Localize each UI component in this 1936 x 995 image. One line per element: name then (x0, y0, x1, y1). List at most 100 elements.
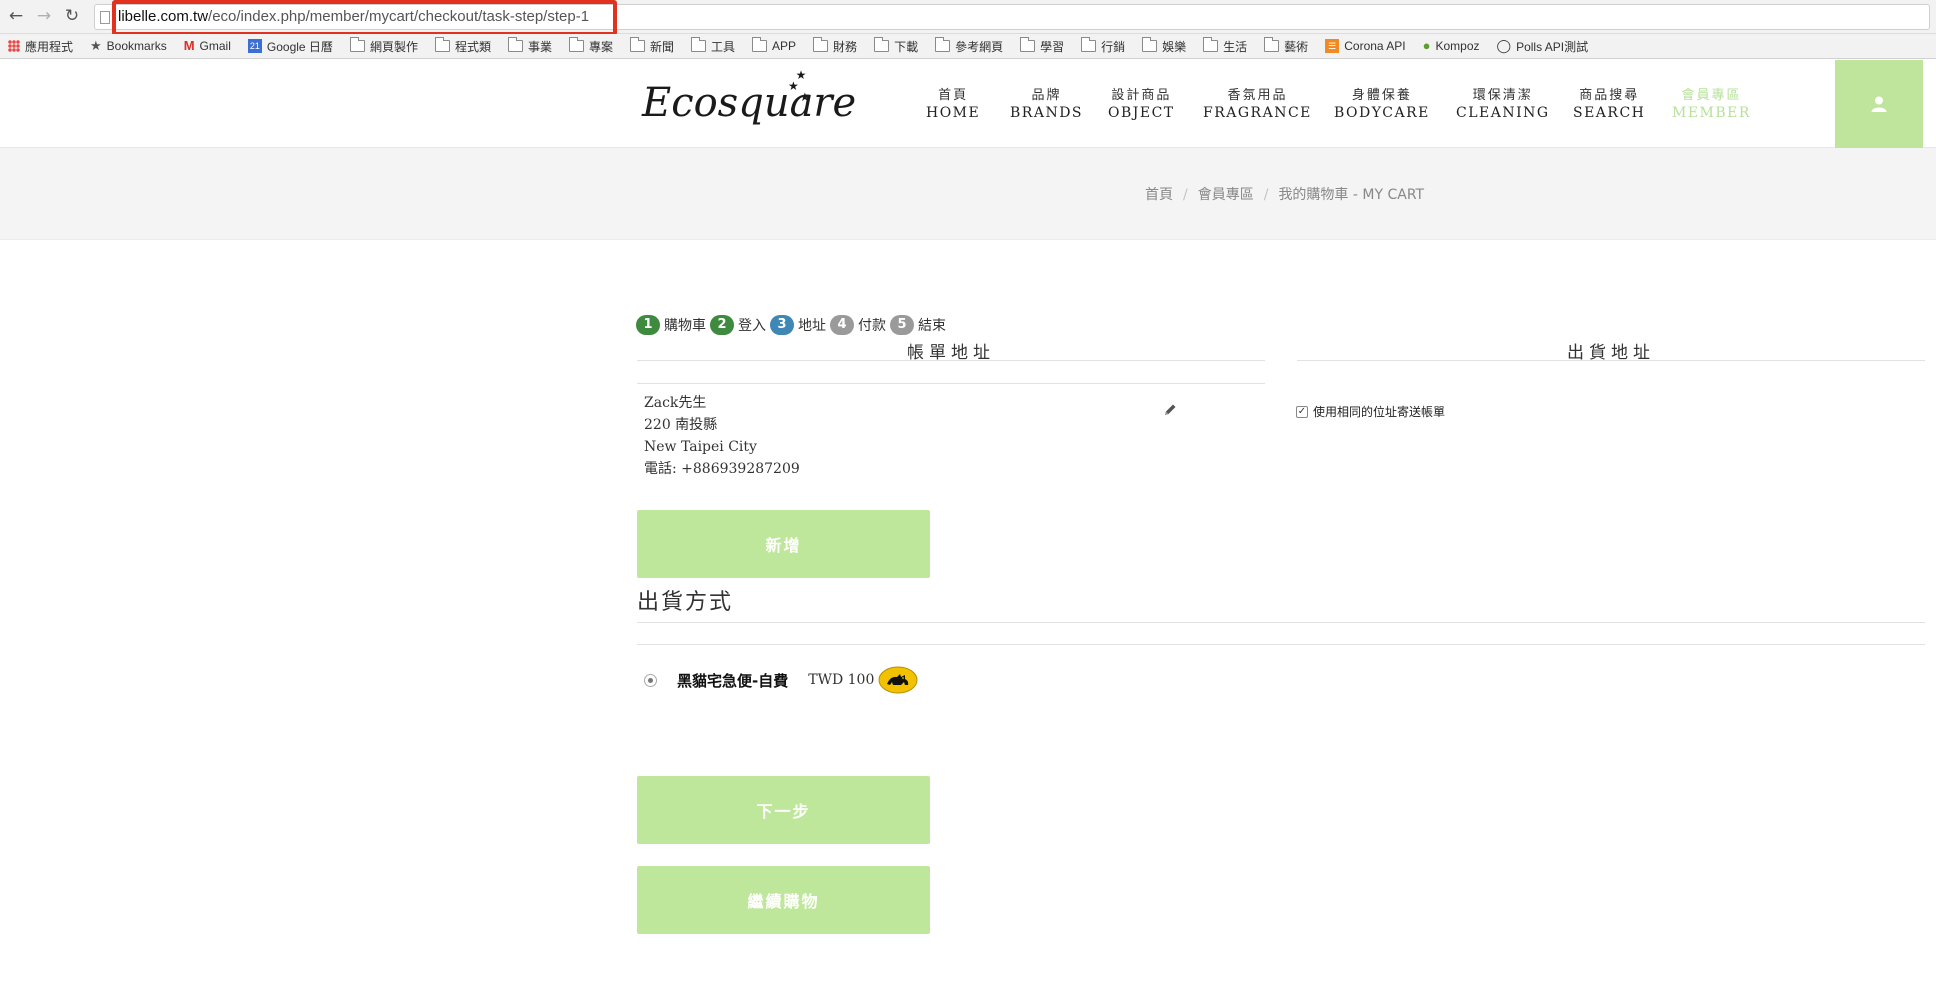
user-account-button[interactable] (1835, 60, 1923, 148)
folder-icon (691, 37, 707, 52)
same-address-label: 使用相同的位址寄送帳單 (1313, 405, 1446, 419)
bookmark-item[interactable]: 參考網頁 (935, 37, 1003, 55)
nav-label-zh: 環保清潔 (1472, 88, 1533, 103)
breadcrumb-home[interactable]: 首頁 (1145, 187, 1173, 203)
bookmark-label: 行銷 (1101, 39, 1126, 54)
folder-icon (752, 37, 768, 52)
same-address-checkbox[interactable]: ✓ (1296, 405, 1308, 418)
user-icon (1871, 96, 1887, 112)
bookmark-label: 工具 (711, 39, 736, 54)
breadcrumb-separator: / (1183, 187, 1188, 203)
page-icon (100, 11, 110, 24)
divider (637, 622, 1925, 623)
bookmark-item[interactable]: 下載 (874, 37, 919, 55)
nav-member[interactable]: 會員專區 MEMBER (1672, 84, 1751, 121)
bookmark-item[interactable]: ● Kompoz (1423, 39, 1480, 53)
nav-cleaning[interactable]: 環保清潔 CLEANING (1456, 84, 1550, 121)
pencil-icon[interactable] (1162, 402, 1178, 418)
bookmark-item[interactable]: 程式類 (434, 37, 491, 55)
nav-label-en: CLEANING (1456, 105, 1550, 121)
nav-bodycare[interactable]: 身體保養 BODYCARE (1334, 84, 1430, 121)
address-phone: 電話: +886939287209 (644, 461, 800, 477)
bookmark-item[interactable]: 新聞 (630, 37, 675, 55)
nav-label-zh: 品牌 (1031, 88, 1062, 103)
step-label: 購物車 (664, 318, 706, 334)
bookmark-item[interactable]: 學習 (1020, 37, 1064, 55)
bookmark-item[interactable]: 事業 (507, 37, 552, 55)
bookmark-item[interactable]: 財務 (813, 37, 858, 55)
nav-label-zh: 商品搜尋 (1579, 88, 1640, 103)
bookmark-label: Polls API測試 (1516, 39, 1589, 54)
bookmark-item[interactable]: ◯ Polls API測試 (1497, 38, 1589, 55)
step-label: 地址 (798, 318, 826, 334)
bookmark-item[interactable]: 行銷 (1081, 37, 1126, 55)
bookmark-item[interactable]: 工具 (691, 37, 736, 55)
nav-label-en: BRANDS (1010, 105, 1084, 121)
black-cat-logo-icon (878, 666, 918, 694)
site-logo[interactable]: Ecosquare (642, 80, 856, 126)
shipping-option-price: TWD 100 (808, 672, 875, 688)
nav-home[interactable]: 首頁 HOME (926, 84, 980, 121)
bookmark-item[interactable]: 藝術 (1264, 37, 1308, 55)
back-arrow-icon[interactable]: ← (6, 6, 26, 26)
reload-icon[interactable]: ↻ (62, 6, 82, 26)
bookmark-label: 娛樂 (1162, 39, 1187, 54)
breadcrumb-separator: / (1263, 187, 1269, 203)
next-step-button[interactable]: 下一步 (637, 776, 930, 844)
breadcrumb: 首頁 / 會員專區 / 我的購物車 - MY CART (1145, 184, 1424, 204)
star-icon: ★ (90, 38, 102, 53)
shipping-method-title: 出貨方式 (637, 590, 734, 615)
kompoz-icon: ● (1422, 38, 1431, 53)
divider (1297, 360, 1925, 361)
bookmark-label: 新聞 (650, 39, 675, 54)
bookmark-label: 應用程式 (25, 39, 74, 54)
same-address-option[interactable]: ✓ 使用相同的位址寄送帳單 (1296, 403, 1445, 420)
shipping-option[interactable]: 黑貓宅急便-自費 TWD 100 (644, 666, 918, 694)
bookmark-label: 網頁製作 (369, 39, 418, 54)
address-line: 220 南投縣 (644, 417, 718, 433)
bookmarks-bar: 應用程式 ★ Bookmarks M Gmail 21 Google 日曆 網頁製作 程式類 事業… (0, 34, 1936, 59)
nav-search[interactable]: 商品搜尋 SEARCH (1573, 84, 1645, 121)
breadcrumb-member[interactable]: 會員專區 (1198, 187, 1254, 203)
nav-label-en: SEARCH (1573, 105, 1646, 121)
bookmark-item[interactable]: 網頁製作 (349, 37, 418, 55)
bookmark-label: 事業 (527, 39, 552, 54)
address-line: New Taipei City (644, 439, 757, 455)
nav-label-zh: 身體保養 (1351, 88, 1412, 103)
nav-label-en: BODYCARE (1334, 105, 1430, 121)
step-number: 2 (710, 315, 734, 335)
github-icon: ◯ (1496, 38, 1512, 53)
bookmark-label: Corona API (1344, 39, 1406, 53)
bookmark-label: 程式類 (454, 39, 491, 54)
checkout-steps: 1 購物車 2 登入 3 地址 4 付款 5 結束 (636, 315, 950, 335)
folder-icon (507, 37, 523, 52)
bookmark-label: Gmail (199, 39, 231, 53)
bookmark-item[interactable]: 應用程式 (8, 38, 73, 55)
bookmark-item[interactable]: ★ Bookmarks (90, 39, 167, 53)
folder-icon (813, 37, 829, 52)
step-number: 1 (636, 315, 660, 335)
nav-brands[interactable]: 品牌 BRANDS (1010, 84, 1083, 121)
nav-label-zh: 設計商品 (1111, 88, 1172, 103)
continue-shopping-button[interactable]: 繼續購物 (637, 866, 930, 934)
breadcrumb-current: 我的購物車 - MY CART (1278, 187, 1425, 203)
nav-fragrance[interactable]: 香氛用品 FRAGRANCE (1203, 84, 1312, 121)
bookmark-item[interactable]: 專案 (568, 37, 613, 55)
step-label: 結束 (918, 318, 946, 334)
bookmark-item[interactable]: ☰ Corona API (1325, 39, 1406, 53)
bookmark-label: 財務 (833, 39, 858, 54)
bookmark-label: Bookmarks (106, 39, 167, 53)
bookmark-label: APP (772, 39, 797, 53)
forward-arrow-icon[interactable]: → (34, 6, 54, 26)
folder-icon (1264, 37, 1280, 52)
bookmark-item[interactable]: APP (752, 37, 797, 53)
bookmark-label: Kompoz (1435, 39, 1480, 53)
bookmark-item[interactable]: 21 Google 日曆 (247, 38, 333, 55)
bookmark-label: 下載 (894, 39, 919, 54)
nav-object[interactable]: 設計商品 OBJECT (1108, 84, 1175, 121)
bookmark-item[interactable]: 娛樂 (1142, 37, 1187, 55)
bookmark-item[interactable]: 生活 (1203, 37, 1247, 55)
add-address-button[interactable]: 新增 (637, 510, 930, 578)
shipping-radio[interactable] (644, 673, 657, 687)
bookmark-item[interactable]: M Gmail (184, 39, 231, 53)
